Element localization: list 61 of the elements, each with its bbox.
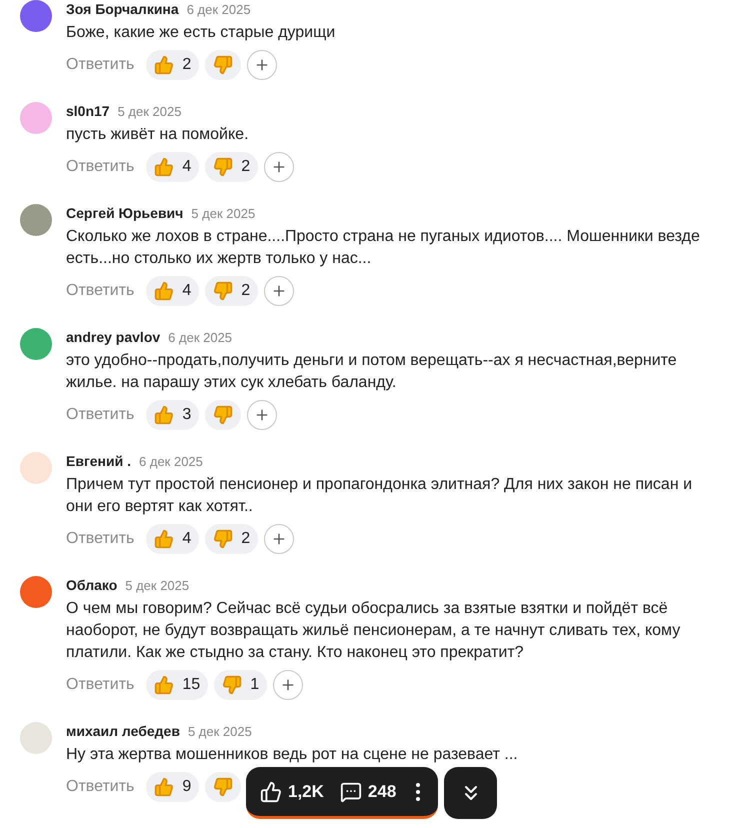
thumbs-up-icon: [154, 405, 174, 425]
add-reaction-button[interactable]: [264, 524, 294, 554]
like-button[interactable]: 3: [146, 400, 200, 430]
like-count-button[interactable]: 1,2K: [260, 778, 324, 804]
add-reaction-button[interactable]: [273, 670, 304, 700]
comment-date: 6 дек 2025: [168, 329, 232, 347]
thumbs-up-icon: [154, 157, 174, 177]
author-name[interactable]: Зоя Борчалкина: [66, 0, 179, 18]
author-name[interactable]: sl0n17: [66, 102, 110, 120]
scroll-down-button[interactable]: [444, 767, 498, 819]
thumbs-down-icon: [213, 777, 234, 797]
comment-text: Сколько же лохов в стране....Просто страна не пуганых идиотов.... Мошенники везде есть...но столько их жертв только у нас...: [66, 227, 701, 269]
author-name[interactable]: Облако: [66, 576, 118, 594]
comment-text: Боже, какие же есть старые дурищи: [66, 23, 336, 43]
thumbs-down-icon: [213, 157, 234, 177]
thumbs-down-icon: [213, 529, 234, 549]
dislike-button[interactable]: 2: [205, 152, 258, 182]
thumbs-down-icon: [213, 405, 234, 425]
dislike-button[interactable]: [205, 50, 242, 80]
comment-text: Причем тут простой пенсионер и пропагондонка элитная? Для них закон не писан и они его вертят как хотят..: [66, 475, 694, 517]
comment-date: 6 дек 2025: [186, 1, 251, 19]
like-button[interactable]: 4: [146, 276, 200, 306]
author-name[interactable]: Сергей Юрьевич: [66, 204, 184, 222]
thumbs-up-icon: [154, 281, 174, 301]
thumbs-down-icon: [222, 675, 242, 695]
comment-date: 5 дек 2025: [118, 103, 182, 121]
comment-icon: [340, 780, 362, 802]
dislike-button[interactable]: [205, 400, 242, 430]
thumbs-up-icon: [260, 780, 282, 802]
dislike-button[interactable]: [205, 772, 242, 802]
like-button[interactable]: 15: [146, 670, 208, 700]
add-reaction-button[interactable]: [247, 400, 278, 430]
comment-date: 6 дек 2025: [139, 453, 203, 471]
add-reaction-button[interactable]: [247, 50, 278, 80]
dislike-button[interactable]: 2: [205, 276, 258, 306]
thumbs-up-icon: [154, 55, 174, 75]
add-reaction-button[interactable]: [264, 152, 294, 182]
like-button[interactable]: 9: [146, 772, 200, 802]
author-name[interactable]: andrey pavlov: [66, 328, 160, 346]
comment-text: Ну эта жертва мошенников ведь рот на сцене не разевает ...: [66, 745, 519, 765]
comment-text: О чем мы говорим? Сейчас всё судьи обосрались за взятые взятки и пойдёт всё наоборот, не будут возвращать жильё пенсионерам, а те начнут сливать тех, кому платили. Как же стыдно за стану. Кто наконец это прекратит?: [66, 599, 682, 663]
like-button[interactable]: 4: [146, 524, 200, 554]
thumbs-down-icon: [213, 281, 234, 301]
comment-date: 5 дек 2025: [188, 723, 252, 741]
comments-count-button[interactable]: 248: [340, 778, 396, 804]
thumbs-up-icon: [154, 675, 174, 695]
thumbs-up-icon: [154, 777, 174, 797]
author-name[interactable]: михаил лебедев: [66, 722, 180, 740]
thumbs-down-icon: [213, 55, 234, 75]
like-button[interactable]: 2: [146, 50, 200, 80]
dislike-button[interactable]: 1: [214, 670, 268, 700]
like-button[interactable]: 4: [146, 152, 200, 182]
dislike-button[interactable]: 2: [205, 524, 258, 554]
thumbs-up-icon: [154, 529, 174, 549]
add-reaction-button[interactable]: [264, 276, 294, 306]
comment-text: это удобно--продать,получить деньги и потом верещать--ах я несчастная,верните жилье. на парашу этих сук хлебать баланду.: [66, 351, 678, 393]
comment-date: 5 дек 2025: [191, 205, 256, 223]
author-name[interactable]: Евгений .: [66, 452, 132, 470]
comment-text: пусть живёт на помойке.: [66, 125, 250, 145]
comment-date: 5 дек 2025: [125, 577, 190, 595]
more-icon: [416, 782, 420, 800]
